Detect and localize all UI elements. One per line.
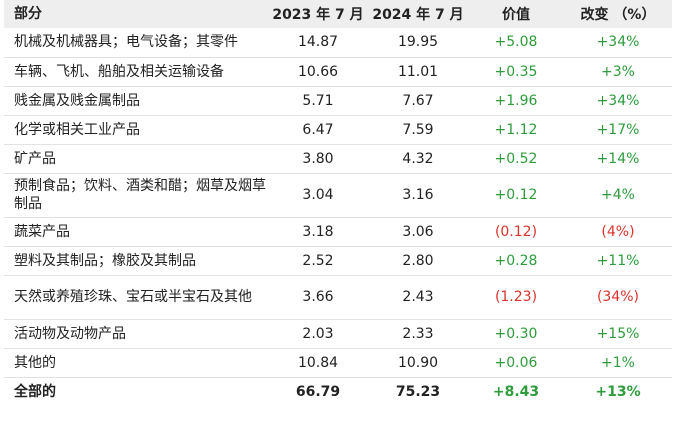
header-section: 部分 bbox=[14, 6, 42, 22]
row-value: +5.08 bbox=[494, 34, 538, 51]
row-name: 塑料及其制品；橡胶及其制品 bbox=[14, 252, 196, 269]
row-name: 天然或养殖珍珠、宝石或半宝石及其他 bbox=[14, 289, 252, 305]
row-name: 贱金属及贱金属制品 bbox=[14, 92, 140, 109]
row-name: 其他的 bbox=[14, 354, 56, 371]
row-value: +0.52 bbox=[494, 150, 538, 167]
row-2023: 2.52 bbox=[302, 252, 334, 269]
table-row: 车辆、飞机、船舶及相关运输设备 10.66 11.01 +0.35 +3% bbox=[4, 57, 672, 86]
row-change: +11% bbox=[596, 252, 640, 269]
trade-table: 部分 2023 年 7 月 2024 年 7 月 价值 改变 （%） 机械及机械… bbox=[4, 0, 672, 406]
total-2023: 66.79 bbox=[295, 383, 341, 400]
total-change: +13% bbox=[595, 383, 641, 400]
row-change: +17% bbox=[596, 121, 640, 138]
row-name: 化学或相关工业产品 bbox=[14, 121, 140, 138]
row-2024: 4.32 bbox=[402, 150, 434, 167]
table-row: 天然或养殖珍珠、宝石或半宝石及其他 3.66 2.43 (1.23) (34%) bbox=[4, 275, 672, 319]
row-2023: 2.03 bbox=[302, 325, 334, 342]
row-change: +15% bbox=[596, 325, 640, 342]
total-row: 全部的 66.79 75.23 +8.43 +13% bbox=[4, 377, 672, 406]
row-2023: 3.04 bbox=[302, 187, 334, 203]
row-2024: 19.95 bbox=[397, 34, 439, 51]
row-value: +0.30 bbox=[494, 325, 538, 342]
header-jul-2023: 2023 年 7 月 bbox=[272, 7, 364, 23]
row-name: 机械及机械器具；电气设备；其零件 bbox=[14, 34, 238, 51]
row-name: 蔬菜产品 bbox=[14, 223, 70, 240]
row-2024: 10.90 bbox=[397, 354, 439, 371]
row-change: +14% bbox=[596, 150, 640, 167]
header-change: 改变 （%） bbox=[580, 7, 656, 23]
row-value: +0.06 bbox=[494, 354, 538, 371]
table-row: 预制食品；饮料、酒类和醋；烟草及烟草制品 3.04 3.16 +0.12 +4% bbox=[4, 173, 672, 217]
row-2023: 14.87 bbox=[297, 34, 339, 51]
row-value: +1.12 bbox=[494, 121, 538, 138]
table-row: 化学或相关工业产品 6.47 7.59 +1.12 +17% bbox=[4, 115, 672, 144]
row-name: 活动物及动物产品 bbox=[14, 325, 126, 342]
table-header-row: 部分 2023 年 7 月 2024 年 7 月 价值 改变 （%） bbox=[4, 0, 672, 28]
row-value: (0.12) bbox=[494, 223, 538, 240]
row-2024: 3.16 bbox=[402, 187, 434, 203]
row-2024: 2.80 bbox=[402, 252, 434, 269]
table-row: 贱金属及贱金属制品 5.71 7.67 +1.96 +34% bbox=[4, 86, 672, 115]
row-change: (4%) bbox=[601, 223, 635, 240]
table-row: 机械及机械器具；电气设备；其零件 14.87 19.95 +5.08 +34% bbox=[4, 28, 672, 57]
header-value: 价值 bbox=[502, 7, 530, 23]
row-2024: 2.33 bbox=[402, 325, 434, 342]
row-2024: 7.67 bbox=[402, 92, 434, 109]
row-value: +0.12 bbox=[494, 187, 538, 203]
row-name: 预制食品；饮料、酒类和醋；烟草及烟草制品 bbox=[14, 178, 266, 212]
row-2024: 11.01 bbox=[397, 63, 439, 80]
table-row: 塑料及其制品；橡胶及其制品 2.52 2.80 +0.28 +11% bbox=[4, 246, 672, 275]
total-2024: 75.23 bbox=[395, 383, 441, 400]
row-value: +0.35 bbox=[494, 63, 538, 80]
total-name: 全部的 bbox=[14, 383, 56, 400]
row-change: +3% bbox=[601, 63, 635, 80]
total-value: +8.43 bbox=[492, 383, 540, 400]
row-value: +0.28 bbox=[494, 252, 538, 269]
row-2024: 3.06 bbox=[402, 223, 434, 240]
row-2023: 6.47 bbox=[302, 121, 334, 138]
row-2024: 7.59 bbox=[402, 121, 434, 138]
table-row: 其他的 10.84 10.90 +0.06 +1% bbox=[4, 348, 672, 377]
header-jul-2024: 2024 年 7 月 bbox=[372, 7, 464, 23]
row-2023: 5.71 bbox=[302, 92, 334, 109]
row-2023: 3.18 bbox=[302, 223, 334, 240]
row-value: (1.23) bbox=[494, 289, 538, 305]
row-name: 矿产品 bbox=[14, 150, 56, 167]
row-change: +34% bbox=[596, 34, 640, 51]
row-2023: 3.80 bbox=[302, 150, 334, 167]
row-change: +4% bbox=[601, 187, 635, 203]
row-2024: 2.43 bbox=[402, 289, 434, 305]
row-change: +1% bbox=[601, 354, 635, 371]
table-row: 活动物及动物产品 2.03 2.33 +0.30 +15% bbox=[4, 319, 672, 348]
row-value: +1.96 bbox=[494, 92, 538, 109]
row-name: 车辆、飞机、船舶及相关运输设备 bbox=[14, 63, 224, 80]
row-change: (34%) bbox=[596, 289, 640, 305]
table-row: 蔬菜产品 3.18 3.06 (0.12) (4%) bbox=[4, 217, 672, 246]
row-2023: 3.66 bbox=[302, 289, 334, 305]
row-change: +34% bbox=[596, 92, 640, 109]
row-2023: 10.84 bbox=[297, 354, 339, 371]
table-row: 矿产品 3.80 4.32 +0.52 +14% bbox=[4, 144, 672, 173]
row-2023: 10.66 bbox=[297, 63, 339, 80]
